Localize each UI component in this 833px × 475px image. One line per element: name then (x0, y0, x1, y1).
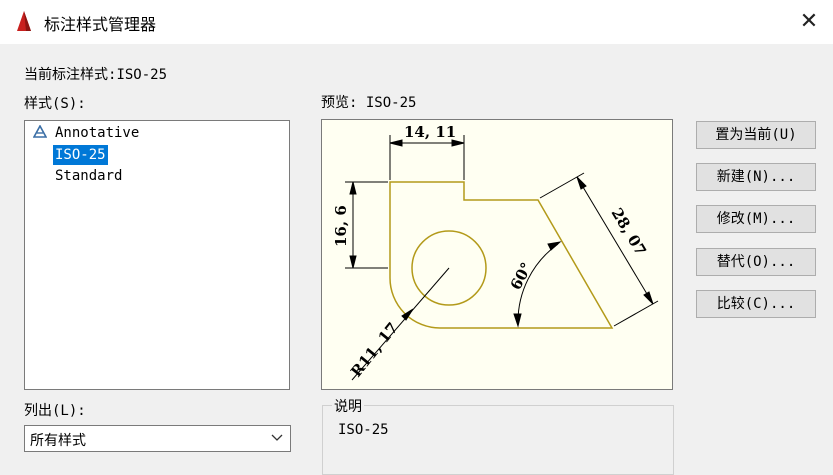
preview-panel: 14, 11 16, 6 28, 07 60° R11, 17 (321, 119, 673, 390)
close-icon: ✕ (799, 9, 819, 34)
autocad-app-icon (17, 11, 31, 31)
dim-aligned-text: 28, 07 (608, 205, 650, 259)
title-bar: 标注样式管理器 ✕ (0, 0, 833, 44)
style-item-iso-25[interactable]: ISO-25 (53, 145, 108, 165)
list-filter-select[interactable]: 所有样式 (24, 425, 291, 452)
override-button[interactable]: 替代(O)... (696, 248, 816, 276)
list-filter-label: 列出(L): (24, 403, 86, 419)
new-button[interactable]: 新建(N)... (696, 163, 816, 191)
close-button[interactable]: ✕ (795, 8, 823, 36)
list-filter-value: 所有样式 (30, 433, 86, 449)
set-current-button[interactable]: 置为当前(U) (696, 121, 816, 149)
annotative-icon (33, 125, 47, 138)
description-group (322, 405, 674, 475)
chevron-down-icon (271, 434, 283, 441)
dim-radius-text: R11, 17 (347, 319, 402, 381)
window-title: 标注样式管理器 (44, 15, 157, 34)
modify-button[interactable]: 修改(M)... (696, 205, 816, 233)
compare-button[interactable]: 比较(C)... (696, 290, 816, 318)
style-item-standard[interactable]: Standard (53, 166, 124, 186)
current-style-value: ISO-25 (116, 67, 168, 83)
preview-label: 预览: ISO-25 (321, 95, 417, 111)
styles-label: 样式(S): (24, 96, 86, 112)
dim-angle-text: 60° (507, 259, 536, 293)
dim-width-text: 14, 11 (404, 123, 456, 141)
current-style-label: 当前标注样式:ISO-25 (24, 64, 167, 84)
description-text: ISO-25 (338, 422, 389, 438)
part-outline (389, 181, 614, 329)
style-item-annotative[interactable]: Annotative (53, 123, 141, 143)
styles-listbox[interactable]: Annotative ISO-25 Standard (24, 120, 290, 390)
description-legend: 说明 (332, 396, 364, 416)
current-style-caption: 当前标注样式: (24, 67, 117, 83)
dim-height-text: 16, 6 (332, 205, 350, 247)
dimension-preview-drawing: 14, 11 16, 6 28, 07 60° R11, 17 (332, 123, 659, 381)
